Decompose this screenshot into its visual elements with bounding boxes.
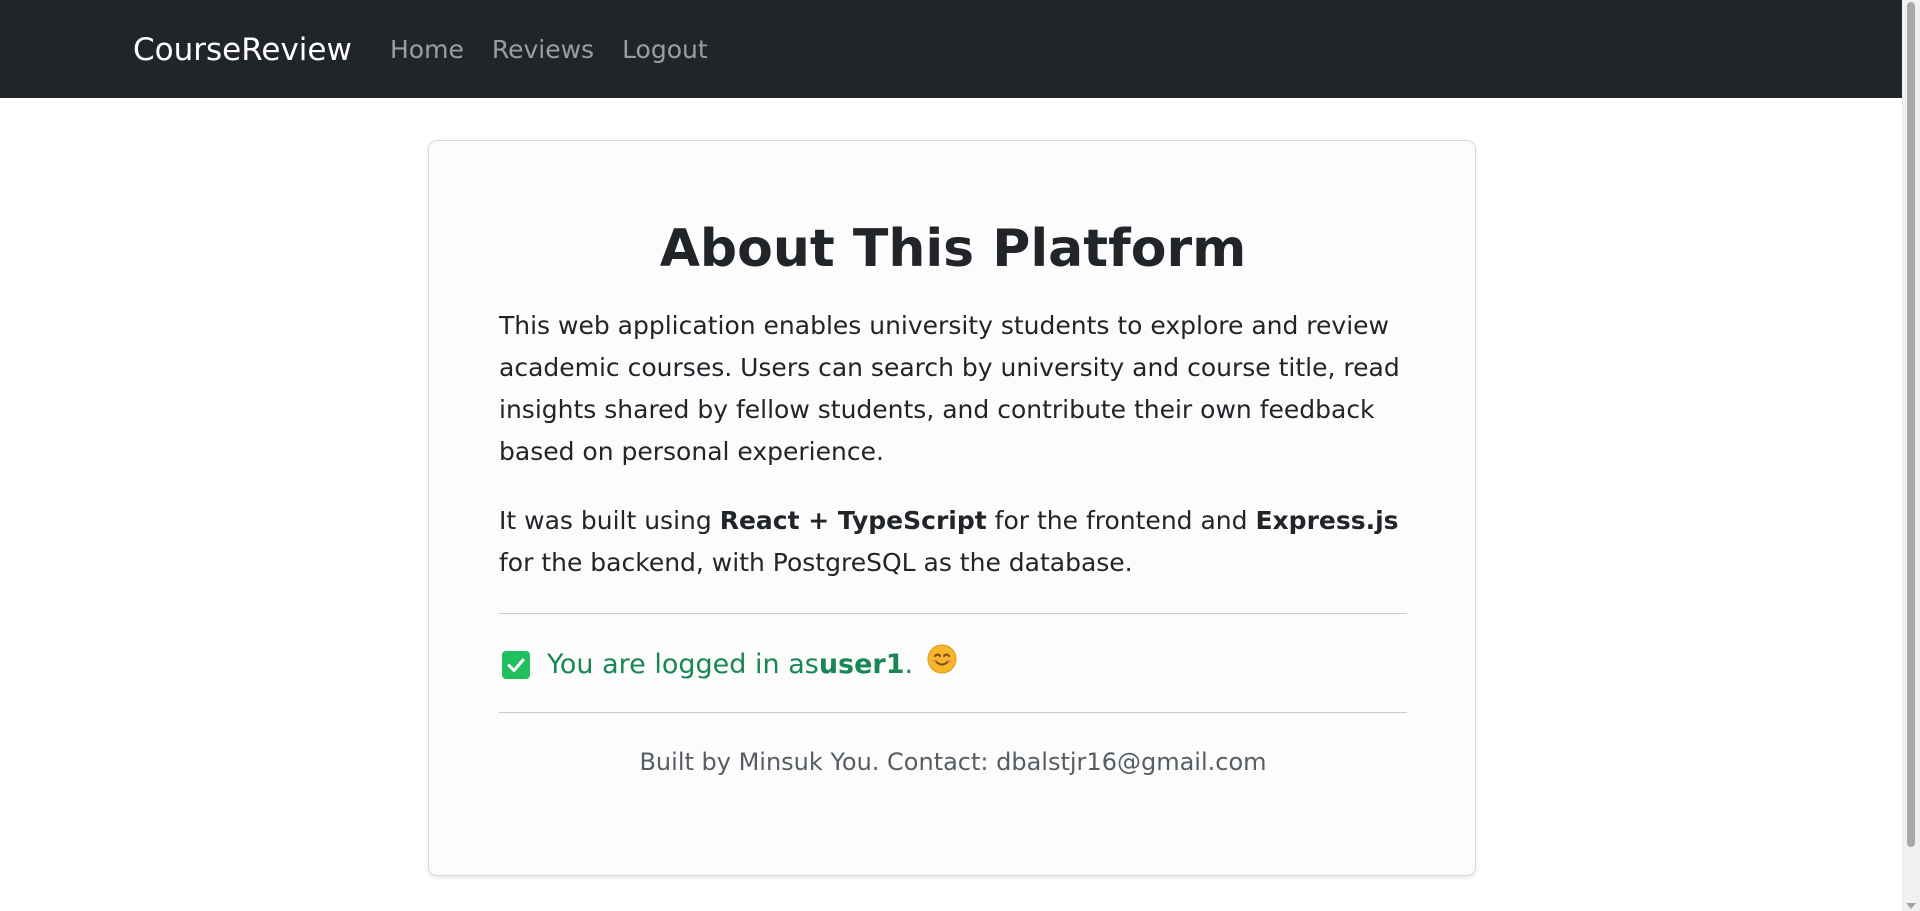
tech-suffix-text: for the backend, with PostgreSQL as the … <box>499 548 1133 577</box>
tech-middle-text: for the frontend and <box>986 506 1256 535</box>
page: CourseReview Home Reviews Logout About T… <box>0 0 1920 911</box>
description-paragraph: This web application enables university … <box>499 311 1400 466</box>
scroll-down-arrow-icon[interactable] <box>1906 903 1916 909</box>
nav-link-reviews[interactable]: Reviews <box>492 30 594 70</box>
about-card: About This Platform This web application… <box>428 140 1476 876</box>
nav-links: Home Reviews Logout <box>390 30 708 70</box>
status-prefix-text: You are logged in as <box>547 649 819 680</box>
vertical-scrollbar[interactable] <box>1902 0 1920 911</box>
frontend-tech-text: React + TypeScript <box>719 506 987 535</box>
scrollbar-thumb[interactable] <box>1907 2 1915 847</box>
smiling-face-icon <box>927 644 957 686</box>
brand-link[interactable]: CourseReview <box>133 30 352 70</box>
footer-contact: Built by Minsuk You. Contact: dbalstjr16… <box>639 748 1267 776</box>
tech-stack-paragraph: It was built using React + TypeScript fo… <box>499 500 1419 584</box>
nav-link-logout[interactable]: Logout <box>622 30 708 70</box>
page-title: About This Platform <box>659 219 1247 279</box>
divider <box>499 613 1407 614</box>
nav-link-home[interactable]: Home <box>390 30 464 70</box>
tech-prefix-text: It was built using <box>499 506 720 535</box>
backend-tech-text: Express.js <box>1255 506 1399 535</box>
top-navbar: CourseReview Home Reviews Logout <box>0 0 1902 98</box>
username-text: user1 <box>818 649 905 680</box>
check-box-icon <box>502 651 530 679</box>
status-suffix-text: . <box>904 649 914 680</box>
divider <box>499 712 1407 713</box>
login-status: You are logged in as user1. <box>502 644 957 686</box>
